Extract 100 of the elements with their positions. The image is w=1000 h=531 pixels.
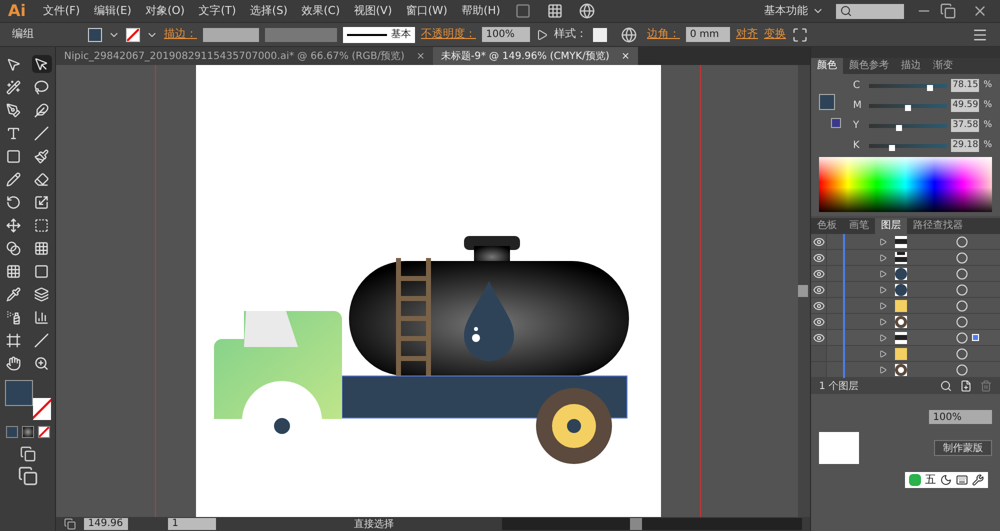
search-icon[interactable] — [940, 380, 952, 392]
layer-row[interactable] — [811, 314, 1000, 330]
hand-tool[interactable] — [4, 354, 24, 372]
opacity-link[interactable]: 不透明度： — [421, 26, 476, 43]
visibility-toggle[interactable] — [811, 330, 827, 345]
panel-tab[interactable]: 渐变 — [927, 58, 959, 74]
target-icon[interactable] — [956, 284, 968, 296]
gradient-mode-swatch[interactable] — [22, 426, 34, 438]
visibility-toggle[interactable] — [811, 282, 827, 297]
tab-close[interactable]: × — [621, 48, 630, 64]
layer-row[interactable] — [811, 250, 1000, 266]
draw-mode-icon[interactable] — [20, 446, 36, 462]
stroke-weight-field[interactable] — [203, 28, 259, 42]
layer-row[interactable] — [811, 346, 1000, 362]
layer-row[interactable] — [811, 298, 1000, 314]
visibility-toggle[interactable] — [811, 314, 827, 329]
panel-tab[interactable]: 图层 — [875, 218, 907, 234]
zoom-field[interactable]: 149.96 — [84, 518, 128, 530]
color-spectrum[interactable] — [819, 157, 992, 212]
artboard-tool[interactable] — [4, 331, 24, 349]
eyedropper-tool[interactable] — [4, 285, 24, 303]
channel-value-field[interactable]: 29.18 — [951, 139, 980, 152]
menu-item[interactable]: 编辑(E) — [86, 2, 138, 20]
menu-item[interactable]: 文件(F) — [36, 2, 87, 20]
channel-value-field[interactable]: 78.15 — [951, 79, 980, 92]
curvature-pen-tool[interactable] — [32, 101, 52, 119]
new-layer-icon[interactable] — [960, 380, 972, 392]
panel-tab[interactable]: 描边 — [895, 58, 927, 74]
menu-item[interactable]: 对象(O) — [138, 2, 192, 20]
panel-tab[interactable]: 颜色参考 — [843, 58, 895, 74]
scroll-bar[interactable] — [798, 65, 810, 517]
slider-thumb[interactable] — [927, 84, 934, 90]
fill-swatch[interactable] — [4, 380, 32, 406]
target-icon[interactable] — [956, 316, 968, 328]
target-icon[interactable] — [956, 236, 968, 248]
slider-thumb[interactable] — [888, 144, 895, 150]
channel-value-field[interactable]: 37.58 — [951, 119, 980, 132]
document-tab[interactable]: Nipic_29842067_20190829115435707000.ai* @ 66.67% (RGB/预览) × — [56, 47, 433, 65]
panel-tab[interactable]: 颜色 — [811, 58, 843, 74]
workspace-switcher[interactable]: 基本功能 — [764, 2, 808, 20]
wrench-icon[interactable] — [972, 474, 984, 486]
slice-tool[interactable] — [32, 331, 52, 349]
horizontal-scroll-bar[interactable] — [502, 518, 802, 530]
target-icon[interactable] — [956, 364, 968, 376]
panel-tab[interactable]: 画笔 — [843, 218, 875, 234]
brush-profile-dropdown[interactable]: 基本 — [343, 26, 415, 42]
visibility-toggle[interactable] — [811, 250, 827, 265]
layer-row[interactable] — [811, 266, 1000, 282]
stroke-swatch[interactable] — [32, 398, 50, 420]
layer-row[interactable] — [811, 330, 1000, 346]
menu-item[interactable]: 帮助(H) — [454, 2, 508, 20]
none-mode-swatch[interactable] — [38, 426, 50, 438]
target-icon[interactable] — [956, 300, 968, 312]
menu-item[interactable]: 文字(T) — [192, 2, 244, 20]
panel-tab[interactable]: 路径查找器 — [907, 218, 969, 234]
channel-value-field[interactable]: 49.59 — [951, 99, 980, 112]
pencil-tool[interactable] — [4, 170, 24, 188]
fill-color-picker[interactable] — [88, 28, 102, 42]
isolate-icon[interactable] — [792, 26, 808, 42]
arrange-icon[interactable] — [547, 3, 564, 19]
panel-menu-icon[interactable] — [972, 26, 988, 42]
slider-thumb[interactable] — [896, 124, 902, 130]
target-icon[interactable] — [956, 348, 968, 360]
corner-field[interactable]: 0 mm — [686, 27, 730, 42]
layer-row[interactable] — [811, 282, 1000, 298]
make-mask-button[interactable]: 制作蒙版 — [934, 440, 992, 456]
direct-selection-arrow-tool[interactable] — [32, 55, 52, 73]
layer-row[interactable] — [811, 362, 1000, 378]
eraser-tool[interactable] — [32, 170, 52, 188]
visibility-toggle[interactable] — [811, 266, 827, 281]
style-swatch[interactable] — [593, 28, 607, 42]
keyboard-icon[interactable] — [956, 474, 968, 486]
align-link[interactable]: 对齐 — [736, 26, 758, 43]
stroke-color-picker[interactable] — [126, 28, 140, 42]
play-icon[interactable] — [536, 28, 548, 40]
transparency-opacity-field[interactable]: 100% — [929, 410, 992, 424]
corner-link[interactable]: 边角： — [647, 26, 680, 43]
restore-icon[interactable] — [940, 3, 956, 19]
visibility-toggle[interactable] — [811, 346, 827, 361]
menu-item[interactable]: 窗口(W) — [398, 2, 454, 20]
magic-wand-tool[interactable] — [4, 78, 24, 96]
variable-width-field[interactable] — [265, 28, 337, 42]
shape-builder-tool[interactable] — [4, 239, 24, 257]
visibility-toggle[interactable] — [811, 234, 827, 249]
panel-tab[interactable]: 色板 — [811, 218, 843, 234]
brush-tool[interactable] — [32, 147, 52, 165]
menu-item[interactable]: 效果(C) — [294, 2, 347, 20]
line-tool[interactable] — [32, 124, 52, 142]
target-icon[interactable] — [956, 252, 968, 264]
transform-link[interactable]: 变换 — [764, 26, 786, 43]
target-icon[interactable] — [956, 268, 968, 280]
screen-mode-icon[interactable] — [18, 466, 38, 486]
panel-fill-swatch[interactable] — [819, 94, 835, 110]
lasso-tool[interactable] — [32, 78, 52, 96]
layer-row[interactable] — [811, 234, 1000, 250]
visibility-toggle[interactable] — [811, 298, 827, 313]
page-field[interactable]: 1 — [168, 518, 216, 530]
color-mode-swatch[interactable] — [6, 426, 18, 438]
document-tab[interactable]: 未标题-9* @ 149.96% (CMYK/预览) × — [432, 47, 638, 65]
stroke-link[interactable]: 描边： — [164, 26, 197, 43]
